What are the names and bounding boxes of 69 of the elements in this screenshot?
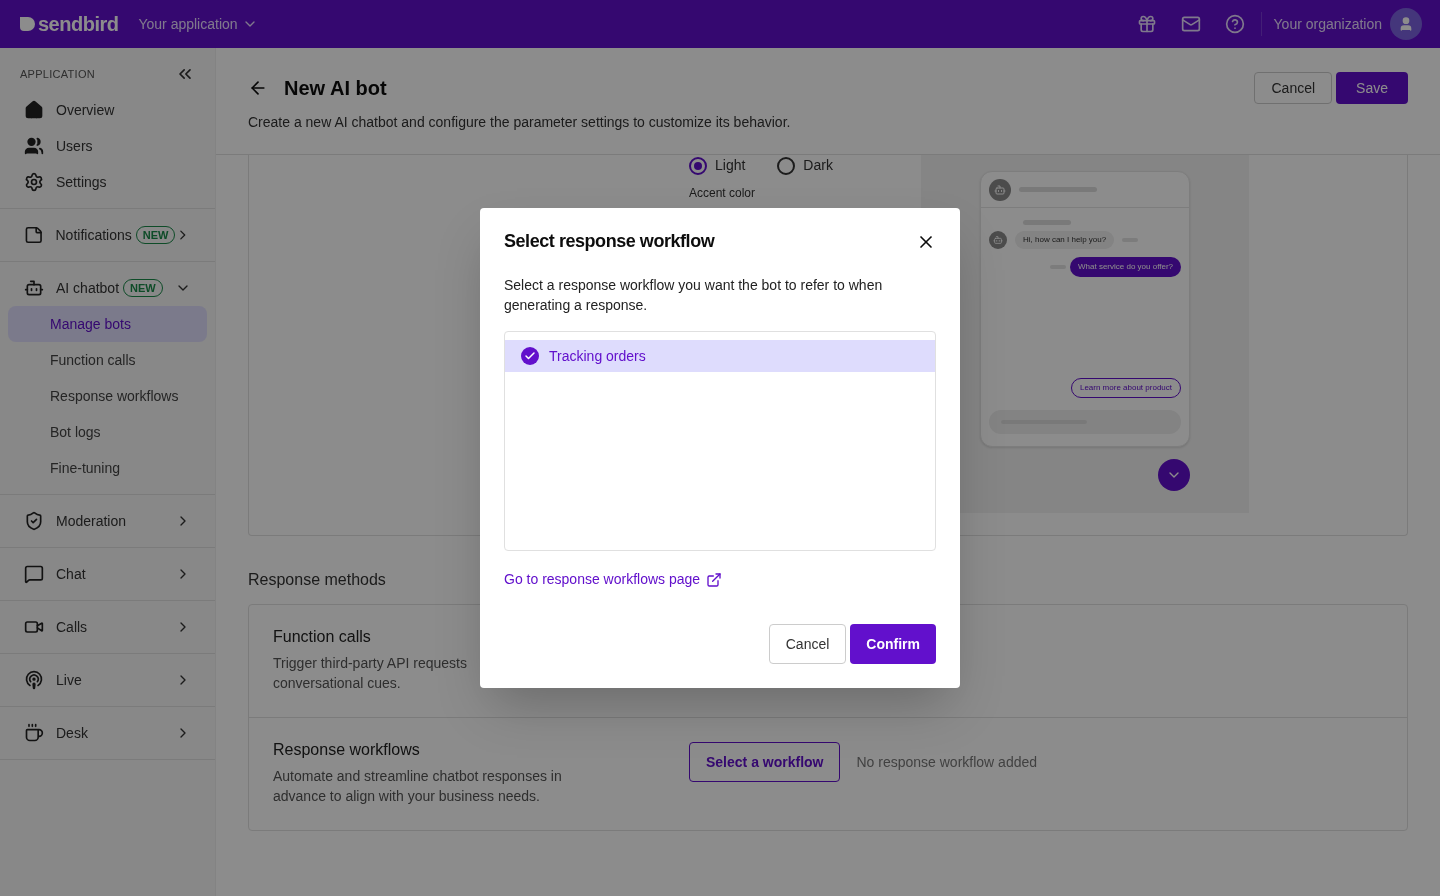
theme-radio[interactable]: Dark — [777, 155, 833, 176]
cancel-button[interactable]: Cancel — [1254, 72, 1333, 104]
dialog-cancel-button[interactable]: Cancel — [768, 624, 847, 664]
save-button[interactable]: Save — [1336, 72, 1408, 104]
avatar[interactable] — [1390, 8, 1422, 40]
sidebar-item[interactable]: Desk — [8, 715, 207, 751]
robot-icon — [993, 235, 1003, 245]
mail-icon[interactable] — [1180, 14, 1201, 34]
workflows-page-link[interactable]: Go to response workflows page — [504, 569, 723, 590]
sidebar-label: Chat — [56, 564, 86, 584]
sidebar-item[interactable]: AI chatbot NEW — [8, 270, 207, 306]
sidebar-label: Moderation — [56, 511, 127, 531]
method-title: Function calls — [273, 627, 372, 647]
sidebar-subitem[interactable]: Manage bots — [8, 306, 207, 342]
sidebar-label: Notifications — [55, 225, 132, 245]
workflow-option[interactable]: Tracking orders — [505, 340, 935, 372]
mug-icon — [24, 723, 44, 743]
logo-text: sendbird — [38, 12, 119, 37]
app-selector[interactable]: Your application — [138, 13, 258, 35]
gift-icon[interactable] — [1136, 14, 1157, 34]
sidebar-label: AI chatbot — [56, 278, 120, 298]
section-heading: Response methods — [248, 570, 386, 590]
method-description: Automate and streamline chatbot responses in advance to align with your business needs. — [273, 767, 563, 806]
chat-bubble-icon — [24, 564, 44, 584]
help-icon[interactable] — [1224, 14, 1245, 34]
sidebar-label: Live — [56, 670, 82, 690]
page-subtitle: Create a new AI chatbot and configure the parameter settings to customize its behavior. — [248, 113, 792, 132]
sidebar-item[interactable]: Chat — [8, 556, 207, 592]
sidebar-item[interactable]: Overview — [8, 92, 207, 128]
sidebar-label: Settings — [56, 172, 107, 192]
sidebar-label: Users — [56, 136, 93, 156]
dialog-title: Select response workflow — [504, 230, 715, 253]
robot-icon — [24, 278, 44, 298]
sidebar-subitem[interactable]: Bot logs — [8, 414, 207, 450]
method-description: Trigger third-party API requests conversational cues. — [273, 654, 468, 693]
confirm-button[interactable]: Confirm — [850, 624, 936, 664]
theme-radio[interactable]: Light — [689, 155, 746, 176]
settings-icon — [24, 172, 44, 192]
method-title: Response workflows — [273, 740, 421, 760]
sidebar-label: Overview — [56, 100, 115, 120]
page-title: New AI bot — [284, 76, 387, 101]
check-icon — [521, 347, 539, 365]
external-link-icon — [706, 571, 723, 588]
broadcast-icon — [24, 670, 44, 690]
section-label: APPLICATION — [20, 66, 95, 82]
sidebar-subitem[interactable]: Function calls — [8, 342, 207, 378]
sidebar-label: Desk — [56, 723, 88, 743]
sidebar-item[interactable]: Calls — [8, 609, 207, 645]
shield-icon — [24, 511, 44, 531]
select-workflow-button[interactable]: Select a workflow — [689, 742, 841, 782]
house-icon — [24, 100, 44, 120]
workflow-status: No response workflow added — [856, 752, 1038, 772]
sidebar-item[interactable]: Users — [8, 128, 207, 164]
person-icon — [1398, 16, 1414, 32]
sidebar-item[interactable]: Moderation — [8, 503, 207, 539]
user-message: What service do you offer? — [1070, 257, 1181, 277]
organization-name[interactable]: Your organization — [1273, 13, 1382, 35]
sidebar-item[interactable]: Live — [8, 662, 207, 698]
sidebar-item[interactable]: Notifications NEW — [8, 217, 207, 253]
sidebar-item[interactable]: Settings — [8, 164, 207, 200]
robot-icon — [994, 183, 1006, 196]
field-label: Accent color — [689, 185, 757, 202]
logo-icon — [18, 15, 36, 33]
dialog-description: Select a response workflow you want the bot to refer to when generating a response. — [504, 276, 884, 315]
sidebar-subitem[interactable]: Fine-tuning — [8, 450, 207, 486]
people-icon — [24, 136, 44, 156]
sidebar-subitem[interactable]: Response workflows — [8, 378, 207, 414]
sidebar-label: Calls — [56, 617, 88, 637]
note-icon — [24, 225, 44, 245]
